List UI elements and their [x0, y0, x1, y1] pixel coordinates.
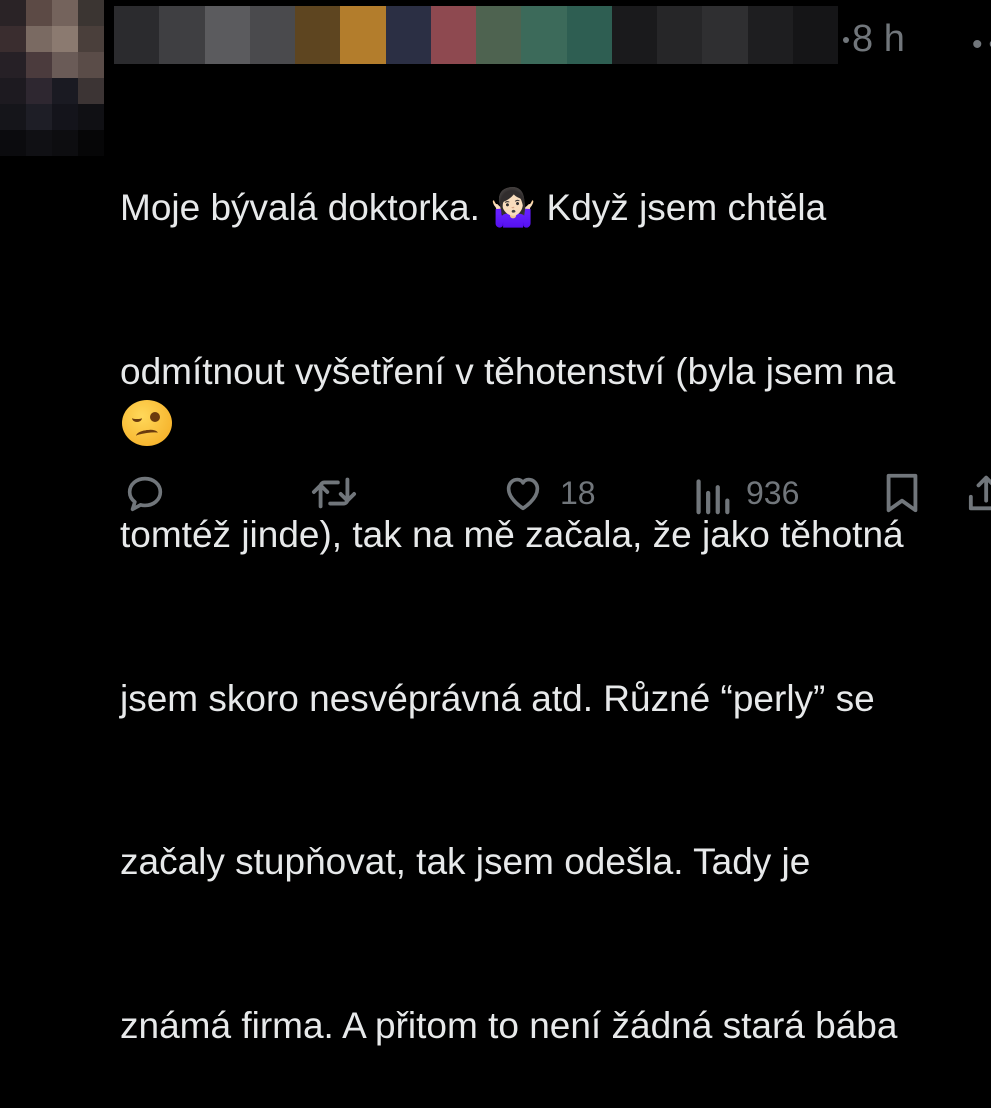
author-header-blurred[interactable]	[114, 6, 838, 64]
post-text-line: odmítnout vyšetření v těhotenství (byla …	[120, 350, 896, 392]
views-icon	[696, 479, 730, 515]
like-count: 18	[560, 474, 596, 511]
post-action-bar: 18 936	[0, 460, 991, 530]
share-icon	[968, 475, 991, 511]
post-text-line: známá firma. A přitom to není žádná star…	[120, 1004, 898, 1046]
heart-icon	[506, 477, 540, 511]
share-button[interactable]	[966, 470, 991, 516]
views-count: 936	[746, 474, 800, 511]
bookmark-button[interactable]	[882, 470, 922, 516]
post-text-line: Moje bývalá doktorka. 🤷🏻‍♀️ Když jsem ch…	[120, 187, 827, 228]
post-text-line: začaly stupňovat, tak jsem odešla. Tady …	[120, 841, 811, 882]
bookmark-icon	[886, 473, 918, 513]
repost-icon	[311, 477, 357, 509]
more-options-icon[interactable]: ••	[972, 28, 991, 62]
reply-icon	[127, 476, 163, 512]
reply-button[interactable]	[122, 470, 168, 516]
post-text-line: jsem skoro nesvéprávná atd. Různé “perly…	[120, 677, 875, 719]
repost-button[interactable]	[308, 470, 360, 516]
avatar[interactable]	[0, 0, 104, 156]
post-text: Moje bývalá doktorka. 🤷🏻‍♀️ Když jsem ch…	[120, 72, 991, 1108]
separator-dot	[843, 37, 849, 43]
woozy-face-icon	[122, 400, 172, 446]
views-button[interactable]: 936	[692, 470, 799, 516]
post-timestamp[interactable]: 8 h	[852, 16, 905, 62]
like-button[interactable]: 18	[500, 470, 596, 516]
